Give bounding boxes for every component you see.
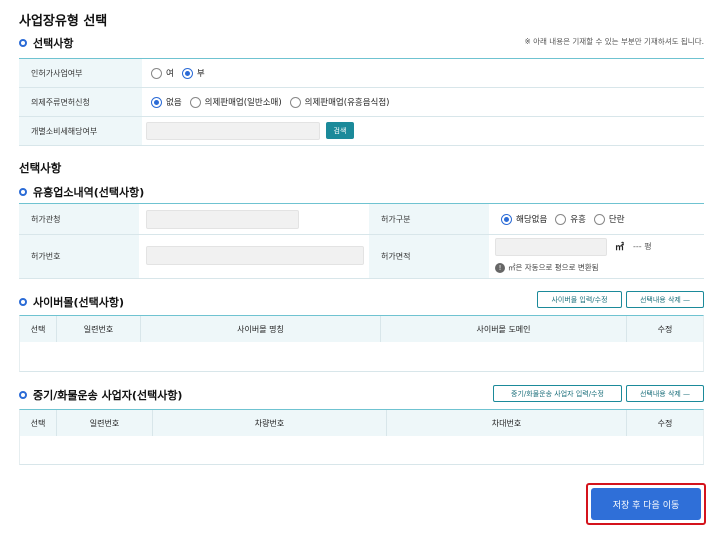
permit-no-radio[interactable]: 부: [181, 67, 205, 79]
options-table: 인허가사업여부 여 부 의제주류면허신청 없음 의제판매업(일반소매) 의제판매…: [19, 58, 704, 146]
col-chassis-number: 차대번호: [387, 410, 627, 436]
info-icon: !: [495, 262, 505, 273]
permit-area-label: 허가면적: [369, 235, 489, 278]
permit-row: 인허가사업여부 여 부: [19, 59, 704, 88]
permit-yes-radio[interactable]: 여: [151, 67, 174, 79]
permit-type-radios: 해당없음 유흥 단란: [501, 213, 633, 225]
section-heading-cyber: 사이버몰(선택사항): [19, 294, 124, 310]
col-select: 선택: [20, 410, 57, 436]
type-entertainment-radio[interactable]: 유흥: [555, 213, 586, 225]
radio-unchecked-icon: [151, 67, 162, 79]
cyber-delete-button[interactable]: 선택내용 삭제 —: [626, 291, 704, 308]
bullet-icon: [19, 391, 27, 399]
col-edit: 수정: [627, 316, 703, 342]
permit-type-label: 허가구분: [369, 204, 489, 234]
page-title: 사업장유형 선택: [19, 14, 108, 29]
tax-label: 개별소비세해당여부: [19, 117, 142, 145]
permit-area-input[interactable]: [495, 238, 607, 256]
permit-radios: 여 부: [151, 67, 213, 79]
radio-unchecked-icon: [189, 96, 201, 108]
area-hint: ! ㎡은 자동으로 평으로 변환됨: [495, 262, 599, 273]
liquor-retail-radio[interactable]: 의제판매업(일반소매): [189, 96, 282, 108]
liquor-row: 의제주류면허신청 없음 의제판매업(일반소매) 의제판매업(유흥음식점): [19, 88, 704, 117]
cyber-table: 선택 일련번호 사이버몰 명칭 사이버몰 도메인 수정: [19, 315, 704, 372]
authority-label: 허가관청: [19, 204, 139, 234]
col-vehicle-number: 차량번호: [153, 410, 387, 436]
col-cyber-name: 사이버몰 명칭: [141, 316, 381, 342]
permit-number-label: 허가번호: [19, 235, 139, 278]
bullet-icon: [19, 39, 27, 47]
radio-checked-icon: [181, 67, 193, 79]
col-select: 선택: [20, 316, 57, 342]
entertainment-row-2: 허가번호 허가면적 ㎡ --- 평 ! ㎡은 자동으로 평으로 변환됨: [19, 235, 704, 279]
optional-section-title: 선택사항: [19, 161, 62, 175]
entertainment-row-1: 허가관청 허가구분 해당없음 유흥 단란: [19, 204, 704, 235]
cyber-table-header: 선택 일련번호 사이버몰 명칭 사이버몰 도메인 수정: [20, 316, 703, 342]
col-serial: 일련번호: [57, 316, 141, 342]
bullet-icon: [19, 298, 27, 306]
area-unit: ㎡: [615, 243, 625, 253]
search-button[interactable]: 검색: [326, 122, 354, 139]
area-hint-text: ㎡은 자동으로 평으로 변환됨: [508, 263, 599, 272]
section-heading-label: 선택사항: [33, 37, 74, 50]
liquor-radios: 없음 의제판매업(일반소매) 의제판매업(유흥음식점): [151, 96, 398, 108]
authority-input[interactable]: [146, 210, 299, 229]
liquor-none-radio[interactable]: 없음: [151, 96, 182, 108]
col-cyber-domain: 사이버몰 도메인: [381, 316, 627, 342]
freight-table-header: 선택 일련번호 차량번호 차대번호 수정: [20, 410, 703, 436]
freight-delete-button[interactable]: 선택내용 삭제 —: [626, 385, 704, 402]
area-pyeong: --- 평: [633, 242, 652, 251]
tax-row: 개별소비세해당여부 검색: [19, 117, 704, 146]
section-heading-freight: 중기/화물운송 사업자(선택사항): [19, 387, 182, 403]
cyber-input-button[interactable]: 사이버몰 입력/수정: [537, 291, 622, 308]
bullet-icon: [19, 188, 27, 196]
permit-label: 인허가사업여부: [19, 59, 142, 87]
section-heading-label: 중기/화물운송 사업자(선택사항): [33, 389, 183, 402]
permit-number-input[interactable]: [146, 246, 364, 265]
section-heading-label: 사이버몰(선택사항): [33, 296, 125, 309]
freight-table: 선택 일련번호 차량번호 차대번호 수정: [19, 409, 704, 465]
section-heading-label: 유흥업소내역(선택사항): [33, 186, 145, 199]
type-karaoke-radio[interactable]: 단란: [593, 213, 625, 225]
tax-input[interactable]: [146, 122, 320, 140]
section-heading-entertainment: 유흥업소내역(선택사항): [19, 184, 144, 200]
type-none-radio[interactable]: 해당없음: [501, 213, 547, 225]
radio-unchecked-icon: [555, 213, 567, 225]
radio-unchecked-icon: [593, 213, 605, 225]
entry-note: ※ 아래 내용은 기재할 수 있는 부분만 기재하셔도 됩니다.: [524, 37, 704, 46]
submit-highlight: 저장 후 다음 이동: [586, 483, 706, 525]
liquor-label: 의제주류면허신청: [19, 88, 142, 116]
section-heading-options: 선택사항: [19, 35, 73, 51]
radio-checked-icon: [501, 213, 512, 225]
radio-unchecked-icon: [289, 96, 301, 108]
liquor-entertainment-radio[interactable]: 의제판매업(유흥음식점): [289, 96, 390, 108]
entertainment-table: 허가관청 허가구분 해당없음 유흥 단란 허가번호 허가면적 ㎡ --- 평 !: [19, 203, 704, 279]
save-next-button[interactable]: 저장 후 다음 이동: [591, 488, 701, 520]
col-edit: 수정: [627, 410, 703, 436]
freight-input-button[interactable]: 중기/화물운송 사업자 입력/수정: [493, 385, 622, 402]
col-serial: 일련번호: [57, 410, 153, 436]
radio-checked-icon: [151, 96, 162, 108]
